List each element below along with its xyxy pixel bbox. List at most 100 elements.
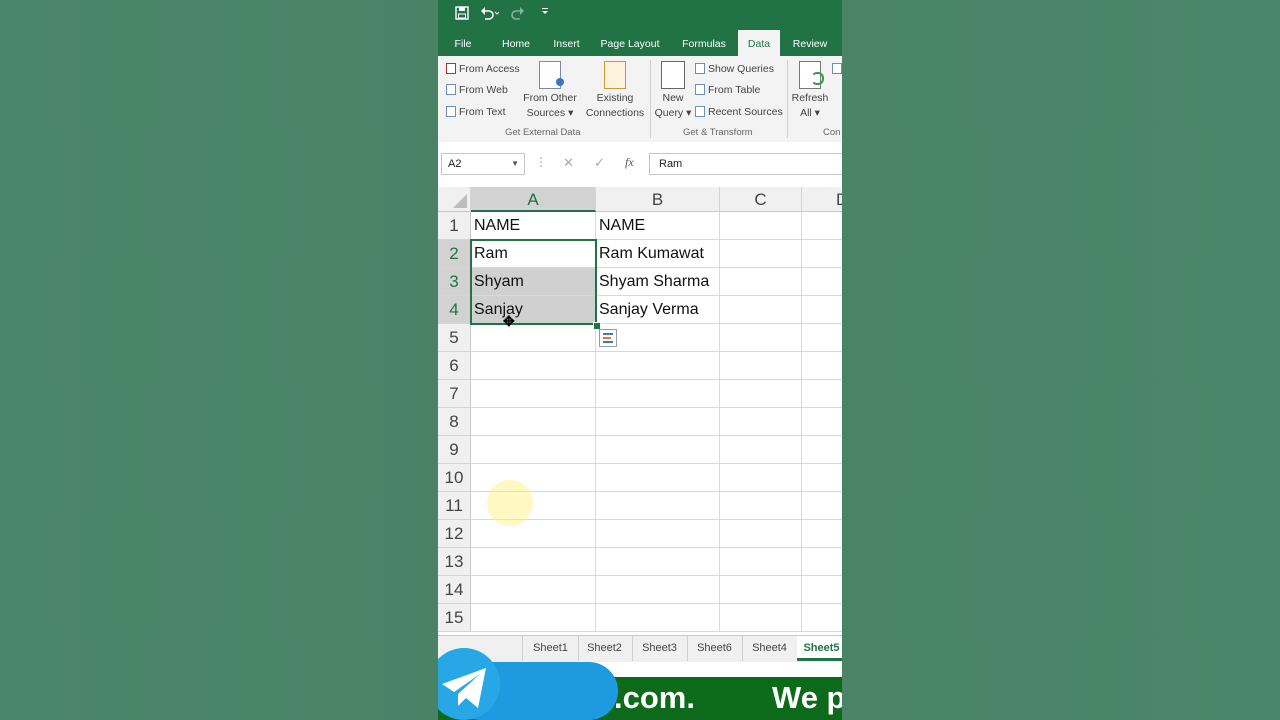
row-header-4[interactable]: 4 — [438, 296, 471, 324]
row-header-8[interactable]: 8 — [438, 408, 471, 436]
tab-review[interactable]: Review — [790, 30, 830, 56]
chevron-down-icon[interactable]: ▼ — [511, 154, 519, 174]
cell-d4[interactable] — [802, 296, 842, 324]
row-header-1[interactable]: 1 — [438, 212, 471, 240]
name-box[interactable]: A2 ▼ — [441, 153, 525, 175]
cell-c9[interactable] — [720, 436, 802, 464]
row-header-7[interactable]: 7 — [438, 380, 471, 408]
cell-c1[interactable] — [720, 212, 802, 240]
cell-a9[interactable] — [471, 436, 596, 464]
cell-a12[interactable] — [471, 520, 596, 548]
row-header-9[interactable]: 9 — [438, 436, 471, 464]
show-queries-button[interactable]: Show Queries — [695, 63, 774, 76]
row-header-14[interactable]: 14 — [438, 576, 471, 604]
cell-d2[interactable] — [802, 240, 842, 268]
cell-c5[interactable] — [720, 324, 802, 352]
cell-d12[interactable] — [802, 520, 842, 548]
enter-icon[interactable]: ✓ — [594, 155, 605, 171]
cell-a6[interactable] — [471, 352, 596, 380]
existing-connections-button[interactable]: Existing Connections — [583, 61, 647, 121]
tab-data[interactable]: Data — [738, 30, 780, 56]
undo-icon[interactable] — [480, 6, 500, 24]
cell-c11[interactable] — [720, 492, 802, 520]
cell-c7[interactable] — [720, 380, 802, 408]
cell-c13[interactable] — [720, 548, 802, 576]
select-all-corner[interactable] — [438, 187, 471, 212]
sheet-tab-active[interactable]: Sheet5 — [797, 636, 842, 661]
cell-c8[interactable] — [720, 408, 802, 436]
insert-function-icon[interactable]: fx — [625, 155, 634, 170]
cell-d5[interactable] — [802, 324, 842, 352]
from-access-button[interactable]: From Access — [446, 63, 520, 76]
cell-a7[interactable] — [471, 380, 596, 408]
cell-c2[interactable] — [720, 240, 802, 268]
cell-a5[interactable] — [471, 324, 596, 352]
save-icon[interactable] — [455, 6, 469, 24]
cell-b12[interactable] — [596, 520, 720, 548]
row-header-3[interactable]: 3 — [438, 268, 471, 296]
row-header-13[interactable]: 13 — [438, 548, 471, 576]
redo-icon[interactable] — [509, 6, 529, 24]
cell-a13[interactable] — [471, 548, 596, 576]
tab-file[interactable]: File — [446, 30, 480, 56]
cell-a14[interactable] — [471, 576, 596, 604]
cell-d10[interactable] — [802, 464, 842, 492]
from-web-button[interactable]: From Web — [446, 84, 508, 97]
sheet-tab[interactable]: Sheet4 — [742, 636, 798, 661]
row-header-2[interactable]: 2 — [438, 240, 471, 268]
telegram-icon[interactable] — [438, 648, 500, 720]
cell-c3[interactable] — [720, 268, 802, 296]
sheet-tab[interactable]: Sheet2 — [577, 636, 633, 661]
cell-b14[interactable] — [596, 576, 720, 604]
cell-a4[interactable]: Sanjay — [471, 296, 596, 324]
flash-fill-options-button[interactable] — [599, 329, 617, 347]
cell-a3[interactable]: Shyam — [471, 268, 596, 296]
recent-sources-button[interactable]: Recent Sources — [695, 106, 783, 119]
from-other-sources-button[interactable]: From Other Sources ▾ — [520, 61, 580, 121]
sheet-tab[interactable]: Sheet6 — [687, 636, 743, 661]
cell-d14[interactable] — [802, 576, 842, 604]
formula-input[interactable]: Ram — [649, 153, 842, 175]
column-header-b[interactable]: B — [596, 187, 720, 212]
cell-b13[interactable] — [596, 548, 720, 576]
cell-b4[interactable]: Sanjay Verma — [596, 296, 720, 324]
cell-d8[interactable] — [802, 408, 842, 436]
customize-qat-icon[interactable] — [541, 6, 549, 22]
cell-a10[interactable] — [471, 464, 596, 492]
cell-d7[interactable] — [802, 380, 842, 408]
cell-b7[interactable] — [596, 380, 720, 408]
tab-home[interactable]: Home — [498, 30, 534, 56]
cell-d3[interactable] — [802, 268, 842, 296]
cell-d15[interactable] — [802, 604, 842, 632]
tab-insert[interactable]: Insert — [549, 30, 584, 56]
cell-a1[interactable]: NAME — [471, 212, 596, 240]
cell-c6[interactable] — [720, 352, 802, 380]
cell-c12[interactable] — [720, 520, 802, 548]
row-header-12[interactable]: 12 — [438, 520, 471, 548]
refresh-all-button[interactable]: Refresh All ▾ — [788, 61, 832, 121]
cell-d11[interactable] — [802, 492, 842, 520]
cell-b11[interactable] — [596, 492, 720, 520]
cell-d6[interactable] — [802, 352, 842, 380]
row-header-15[interactable]: 15 — [438, 604, 471, 632]
sheet-tab[interactable]: Sheet1 — [522, 636, 579, 661]
cancel-icon[interactable]: ✕ — [563, 155, 574, 171]
cell-d13[interactable] — [802, 548, 842, 576]
tab-formulas[interactable]: Formulas — [677, 30, 731, 56]
cell-b6[interactable] — [596, 352, 720, 380]
cell-c15[interactable] — [720, 604, 802, 632]
connections-small-icon[interactable] — [832, 63, 842, 76]
cell-c4[interactable] — [720, 296, 802, 324]
cell-a8[interactable] — [471, 408, 596, 436]
cell-b2[interactable]: Ram Kumawat — [596, 240, 720, 268]
row-header-10[interactable]: 10 — [438, 464, 471, 492]
cell-b1[interactable]: NAME — [596, 212, 720, 240]
new-query-button[interactable]: New Query ▾ — [652, 61, 694, 121]
cell-b9[interactable] — [596, 436, 720, 464]
row-header-6[interactable]: 6 — [438, 352, 471, 380]
row-header-5[interactable]: 5 — [438, 324, 471, 352]
cell-c14[interactable] — [720, 576, 802, 604]
cell-c10[interactable] — [720, 464, 802, 492]
cell-b10[interactable] — [596, 464, 720, 492]
sheet-tab[interactable]: Sheet3 — [632, 636, 688, 661]
